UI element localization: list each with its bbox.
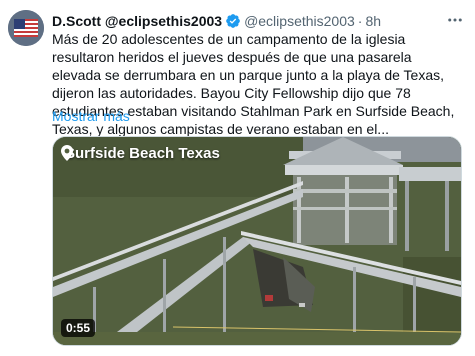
avatar-image (8, 10, 44, 46)
handle[interactable]: @eclipsethis2003 (244, 13, 355, 29)
tweet[interactable]: D.Scott @eclipsethis2003 @eclipsethis200… (0, 0, 475, 356)
timestamp[interactable]: 8h (365, 13, 381, 29)
more-options-button[interactable] (445, 10, 465, 30)
tweet-header: D.Scott @eclipsethis2003 @eclipsethis200… (52, 11, 465, 31)
verified-badge-icon (225, 13, 241, 29)
show-more-link[interactable]: Mostrar más (52, 108, 130, 124)
video-player[interactable]: Surfside Beach Texas 0:55 (52, 136, 462, 346)
video-duration: 0:55 (61, 319, 96, 337)
separator-dot: · (357, 13, 363, 29)
location-overlay: Surfside Beach Texas (61, 145, 220, 162)
display-name[interactable]: D.Scott @eclipsethis2003 (52, 13, 222, 29)
video-thumbnail (53, 137, 461, 345)
more-options-icon (448, 18, 462, 22)
avatar[interactable] (8, 10, 44, 46)
location-text: Surfside Beach Texas (65, 145, 220, 162)
